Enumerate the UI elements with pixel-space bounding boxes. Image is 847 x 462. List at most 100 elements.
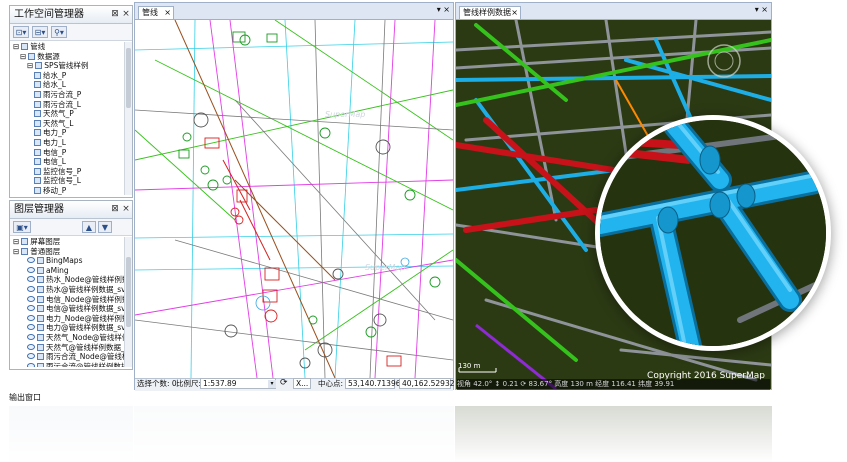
visibility-eye-icon[interactable] xyxy=(27,266,35,273)
layer_panel-tree-label: aMing xyxy=(46,265,69,275)
visibility-eye-icon[interactable] xyxy=(27,314,35,321)
layer_panel-tree-item[interactable]: 电力@管线样例数据_svgeo xyxy=(27,323,132,333)
workspace_panel-tree-item[interactable]: 监控信号_L xyxy=(34,176,81,186)
collapse-icon[interactable]: ⊟ xyxy=(13,42,19,51)
center-x-field[interactable]: 53,140.713962 xyxy=(345,378,405,389)
workspace_panel-tree-label: 天然气_P xyxy=(43,109,74,119)
datasource-icon[interactable]: ⊟▾ xyxy=(32,26,48,38)
layer_panel-tree-item[interactable]: ⊟ 普通图层 xyxy=(13,247,60,257)
workspace_panel-tree-item[interactable]: 给水_L xyxy=(34,80,66,90)
visibility-eye-icon[interactable] xyxy=(27,295,35,302)
map-window-controls[interactable]: ▾ × xyxy=(437,5,450,14)
visibility-eye-icon[interactable] xyxy=(27,305,35,312)
visibility-eye-icon[interactable] xyxy=(27,334,35,340)
layer_panel-tree-label: 电力@管线样例数据_svgeo xyxy=(46,323,132,333)
svg-text:SuperMap: SuperMap xyxy=(325,110,365,119)
layer-style-icon[interactable]: ▣▾ xyxy=(13,221,31,233)
map-tabbar: 管线 × ▾ × xyxy=(135,3,453,20)
workspace_panel-tree-label: 监控信号_P xyxy=(43,166,82,176)
layer-scrollbar[interactable] xyxy=(124,237,132,367)
pin-icon[interactable]: ⊠ xyxy=(110,204,120,214)
layer_panel-tree-label: 屏幕图层 xyxy=(30,237,61,246)
workspace_panel-tree-item[interactable]: 电力_P xyxy=(34,128,66,138)
workspace_panel-tree-label: SPS管线样例 xyxy=(44,61,89,71)
layer_panel-tree-item[interactable]: 雨污合流_Node@管线样例 xyxy=(27,352,132,362)
visibility-eye-icon[interactable] xyxy=(27,276,35,283)
visibility-eye-icon[interactable] xyxy=(27,362,35,367)
layer_panel-tree-item[interactable]: 电信@管线样例数据_svgeo xyxy=(27,304,132,314)
open-workspace-icon[interactable]: ⊡▾ xyxy=(13,26,29,38)
workspace_panel-tree-item[interactable]: 雨污合流_P xyxy=(34,90,81,100)
workspace_panel-tree-label: 电力_L xyxy=(43,138,66,147)
tab-scene[interactable]: 管线样例数据 × xyxy=(459,6,521,19)
center-label: 中心点: xyxy=(318,379,344,388)
layer-tree: ⊟ 屏幕图层 ⊟ 普通图层BingMapsaMing热水_Node@管线样例数据_sv… xyxy=(10,237,132,367)
layer_panel-tree-label: 雨污合流@管线样例数据_s xyxy=(46,361,132,367)
workspace-scroll-thumb[interactable] xyxy=(126,48,131,108)
visibility-eye-icon[interactable] xyxy=(27,343,35,350)
layer_panel-tree-label: 热水@管线样例数据_svgeo xyxy=(46,285,132,294)
layer_panel-tree-label: 电信@管线样例数据_svgeo xyxy=(46,304,132,314)
layer-icon xyxy=(21,238,29,245)
pin-icon[interactable]: ⊠ xyxy=(110,9,120,19)
workspace-toolbar: ⊡▾ ⊟▾ ⚲▾ xyxy=(10,24,132,41)
tab-map[interactable]: 管线 × xyxy=(138,6,174,19)
workspace-tree: ⊟ 管线 ⊟ 数据源 ⊟ SPS管线样例 给水_P 给水_L 雨污合流_P 雨污合流_L 天然气_P… xyxy=(10,42,132,195)
layer_panel-tree-label: 普通图层 xyxy=(30,246,61,256)
workspace-scrollbar[interactable] xyxy=(124,42,132,195)
visibility-eye-icon[interactable] xyxy=(27,353,35,360)
center-y-field[interactable]: 40,162.529322 xyxy=(399,378,459,389)
layer-icon xyxy=(37,276,44,284)
visibility-eye-icon[interactable] xyxy=(27,286,35,292)
chevron-down-icon[interactable]: ▾ xyxy=(268,380,276,388)
dataset-icon xyxy=(34,81,41,89)
workspace_panel-tree-item[interactable]: 移动_P xyxy=(34,186,66,195)
layer-icon xyxy=(37,334,44,341)
workspace_panel-tree-label: 管线 xyxy=(30,42,46,51)
move-up-icon[interactable]: ▲ xyxy=(82,221,96,233)
layer_panel-tree-item[interactable]: 雨污合流@管线样例数据_s xyxy=(27,362,132,367)
refresh-icon[interactable]: ⟳ xyxy=(280,378,288,389)
layer_panel-tree-label: 天然气_Node@管线样例数据 xyxy=(46,333,132,342)
collapse-icon[interactable]: ⊟ xyxy=(13,237,19,246)
tab-close-icon[interactable]: × xyxy=(511,7,518,19)
dataset-icon xyxy=(28,52,36,60)
workspace_panel-tree-item[interactable]: 电力_L xyxy=(34,138,66,148)
scale-input[interactable]: 1:537.89 xyxy=(200,378,276,389)
workspace_panel-tree-label: 数据源 xyxy=(37,51,60,61)
collapse-icon[interactable]: ⊟ xyxy=(20,52,26,61)
scene-tabbar: 管线样例数据 × ▾ × xyxy=(456,3,771,20)
layer-icon xyxy=(37,314,44,322)
move-down-icon[interactable]: ▼ xyxy=(98,221,112,233)
close-icon[interactable]: × xyxy=(121,9,131,19)
layer-icon xyxy=(37,266,44,274)
workspace_panel-tree-item[interactable]: ⊟ SPS管线样例 xyxy=(27,61,88,71)
visibility-eye-icon[interactable] xyxy=(27,324,35,331)
tab-close-icon[interactable]: × xyxy=(164,7,171,19)
visibility-eye-icon[interactable] xyxy=(27,257,35,264)
workspace_panel-tree-item[interactable]: ⊟ 管线 xyxy=(13,42,45,52)
close-icon[interactable]: × xyxy=(121,204,131,214)
scene-window-controls[interactable]: ▾ × xyxy=(755,5,768,14)
layer-scroll-thumb[interactable] xyxy=(126,257,131,327)
tab-map-label: 管线 xyxy=(142,8,158,17)
layer-icon xyxy=(37,343,44,351)
search-icon[interactable]: ⚲▾ xyxy=(51,26,67,38)
layer_panel-tree-item[interactable]: ⊟ 屏幕图层 xyxy=(13,237,60,247)
layer_panel-tree-item[interactable]: 热水@管线样例数据_svgeo xyxy=(27,285,132,295)
x-coord-field[interactable]: X... xyxy=(293,378,311,389)
output-window-title[interactable]: 输出窗口 xyxy=(9,393,774,403)
layer_panel-tree-item[interactable]: 热水_Node@管线样例数据_svg xyxy=(27,275,132,285)
layer_panel-tree-label: 热水_Node@管线样例数据_svg xyxy=(46,275,132,285)
collapse-icon[interactable]: ⊟ xyxy=(13,247,19,256)
workspace_panel-tree-item[interactable]: 天然气_P xyxy=(34,109,74,119)
layer-icon xyxy=(21,247,29,255)
map-canvas[interactable]: SuperMap SuperMap xyxy=(135,20,453,378)
layer_panel-tree-item[interactable]: BingMaps xyxy=(27,256,82,266)
workspace_panel-tree-item[interactable]: 电信_L xyxy=(34,157,66,167)
workspace_panel-tree-label: 电信_P xyxy=(43,147,67,157)
dataset-icon xyxy=(34,187,41,194)
layer_panel-tree-item[interactable]: 天然气_Node@管线样例数据 xyxy=(27,333,132,343)
collapse-icon[interactable]: ⊟ xyxy=(27,61,33,70)
layer-toolbar: ▣▾ ▲ ▼ xyxy=(10,219,132,236)
